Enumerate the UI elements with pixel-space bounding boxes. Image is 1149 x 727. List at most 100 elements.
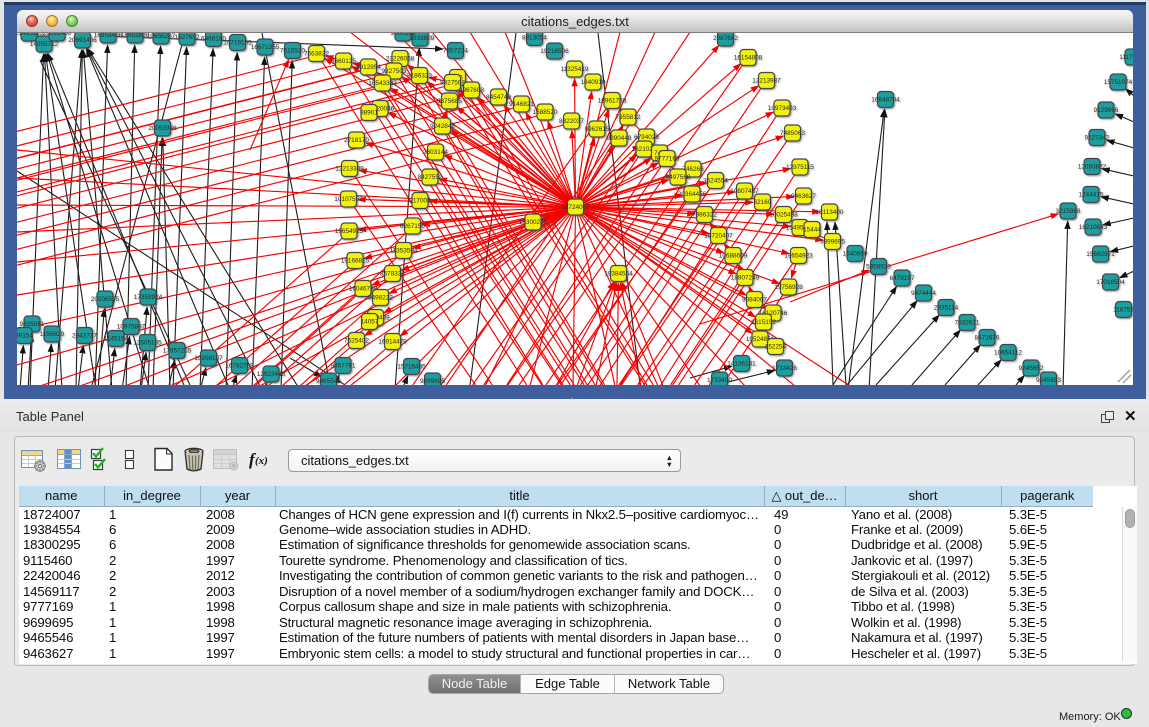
svg-text:9245653: 9245653 [1036,377,1061,384]
svg-text:1244415: 1244415 [1079,192,1104,199]
svg-text:9242848: 9242848 [430,123,455,130]
svg-text:2087682: 2087682 [713,35,738,42]
svg-text:5498222: 5498222 [368,295,393,302]
svg-text:10719155: 10719155 [223,40,252,47]
svg-text:19166825: 19166825 [341,258,370,265]
svg-text:16210643: 16210643 [1079,224,1108,231]
svg-text:10807487: 10807487 [730,188,759,195]
svg-text:1156829: 1156829 [40,331,65,338]
svg-text:7485063: 7485063 [780,130,805,137]
svg-text:(x): (x) [255,455,268,467]
svg-text:12975115: 12975115 [786,164,814,171]
svg-text:19654923: 19654923 [784,253,813,260]
svg-text:2718170: 2718170 [344,137,369,144]
svg-text:18807249: 18807249 [731,275,760,282]
svg-text:15300275: 15300275 [519,219,548,226]
svg-text:18724007: 18724007 [561,204,590,211]
svg-text:8454749: 8454749 [486,94,511,101]
svg-text:8186323: 8186323 [407,73,432,80]
svg-text:6479197: 6479197 [890,275,915,282]
svg-text:20206505: 20206505 [91,296,120,303]
svg-text:9129966: 9129966 [1094,107,1119,114]
svg-text:62160: 62160 [754,199,772,206]
svg-text:15692971: 15692971 [1086,251,1115,258]
svg-text:19384554: 19384554 [604,271,633,278]
svg-text:252254: 252254 [765,344,787,351]
svg-text:11171017: 11171017 [1119,54,1133,61]
svg-text:1588520: 1588520 [533,109,558,116]
svg-text:15720407: 15720407 [704,233,733,240]
svg-text:19654925: 19654925 [335,228,364,235]
svg-text:19218506: 19218506 [540,48,569,55]
svg-text:16961758: 16961758 [598,98,627,105]
svg-text:12213389: 12213389 [335,166,364,173]
svg-text:15716485: 15716485 [397,364,426,371]
svg-text:10975887: 10975887 [117,324,146,331]
svg-text:17016504: 17016504 [1096,279,1125,286]
svg-text:6794028: 6794028 [634,134,659,141]
svg-text:15751074: 15751074 [1104,79,1133,86]
svg-text:7955812: 7955812 [616,114,641,121]
svg-text:98901: 98901 [360,110,378,117]
svg-text:8578332: 8578332 [380,271,405,278]
svg-text:14136141: 14136141 [727,361,756,368]
svg-text:17957255: 17957255 [163,348,192,355]
svg-text:17359924: 17359924 [134,294,163,301]
svg-text:9962615: 9962615 [585,126,610,133]
svg-text:1733426: 1733426 [772,365,797,372]
svg-text:1640950: 1640950 [843,251,868,258]
svg-text:16782759: 16782759 [225,363,254,370]
svg-text:10688609: 10688609 [719,253,748,260]
svg-text:12505135: 12505135 [133,340,162,347]
svg-text:8990448: 8990448 [607,135,632,142]
svg-text:1840910: 1840910 [581,79,606,86]
svg-text:16914479: 16914479 [378,339,407,346]
svg-text:10654112: 10654112 [994,350,1022,357]
svg-text:1733400: 1733400 [707,377,732,384]
svg-text:116753: 116753 [1113,307,1133,314]
svg-text:1527602: 1527602 [175,34,200,41]
svg-text:5958923: 5958923 [866,264,891,271]
svg-text:7515520: 7515520 [280,48,305,55]
svg-text:10025438: 10025438 [769,212,798,219]
svg-text:8660125: 8660125 [331,58,356,65]
svg-text:12093822: 12093822 [1078,164,1107,171]
svg-text:9899695: 9899695 [820,239,845,246]
svg-text:2942737: 2942737 [72,333,97,340]
svg-text:9146821: 9146821 [509,101,534,108]
svg-text:16953406: 16953406 [94,33,123,39]
svg-text:20364456: 20364456 [678,191,707,198]
svg-text:2967608: 2967608 [459,87,484,94]
svg-text:9463627: 9463627 [791,193,816,200]
svg-text:10958107: 10958107 [194,355,223,362]
svg-text:16543382: 16543382 [368,80,397,87]
svg-text:1145194: 1145194 [104,336,129,343]
svg-text:15444: 15444 [803,227,821,234]
svg-text:10107552: 10107552 [334,196,363,203]
svg-text:10655287: 10655287 [147,33,176,40]
svg-text:3215988: 3215988 [1056,208,1081,215]
svg-text:16154808: 16154808 [734,55,763,62]
svg-text:39154: 39154 [17,333,33,340]
svg-text:12213987: 12213987 [752,78,781,85]
svg-text:11325419: 11325419 [561,66,589,73]
svg-text:9699695: 9699695 [420,378,445,385]
svg-text:9327508: 9327508 [440,80,465,87]
svg-text:3375685: 3375685 [437,98,462,105]
svg-text:9600109: 9600109 [391,33,416,37]
svg-text:7625402: 7625402 [344,338,369,345]
svg-text:14057: 14057 [361,319,379,326]
svg-text:8912954: 8912954 [356,64,381,71]
svg-text:18052800: 18052800 [121,33,150,39]
svg-text:23226058: 23226058 [386,56,415,63]
svg-text:10973493: 10973493 [768,105,797,112]
svg-text:19756928: 19756928 [774,284,803,291]
svg-text:14055712: 14055712 [30,41,59,48]
svg-text:9227342: 9227342 [1085,135,1110,142]
svg-text:2935114: 2935114 [934,305,959,312]
svg-text:7632621: 7632621 [955,320,980,327]
svg-text:9777169: 9777169 [655,156,680,163]
svg-text:16648784: 16648784 [871,97,900,104]
svg-text:9465546: 9465546 [316,378,341,385]
svg-text:8471676: 8471676 [975,335,1000,342]
